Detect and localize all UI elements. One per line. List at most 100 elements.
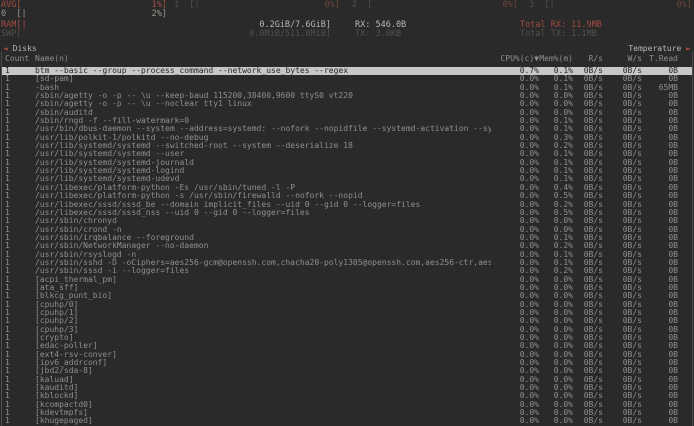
table-row[interactable]: 1 btm --basic --group --process_command … <box>2 67 692 75</box>
table-row[interactable]: 1 /usr/sbin/chronyd 0.0% 0.0% 0B/s 0B/s … <box>2 217 692 225</box>
table-row[interactable]: 1 [ata_sff] 0.0% 0.0% 0B/s 0B/s 0B <box>2 284 692 292</box>
process-write: 0B/s <box>603 234 642 242</box>
table-row[interactable]: 1 [kauditd] 0.0% 0.0% 0B/s 0B/s 0B <box>2 384 692 392</box>
process-write: 0B/s <box>603 367 642 375</box>
process-mem: 0.1% <box>539 234 573 242</box>
table-row[interactable]: 1 /usr/bin/dbus-daemon --system --addres… <box>2 125 692 133</box>
table-row[interactable]: 1 [sd-pam] 0.0% 0.1% 0B/s 0B/s 0B <box>2 75 692 83</box>
process-write: 0B/s <box>603 84 642 92</box>
process-count: 1 <box>2 192 35 200</box>
process-cpu: 0.0% <box>491 75 539 83</box>
process-write: 0B/s <box>603 67 642 75</box>
process-total-read: 0B <box>642 125 678 133</box>
cpu-core3-value: 0%] <box>677 1 692 10</box>
table-row[interactable]: 1 [crypto] 0.0% 0.0% 0B/s 0B/s 0B <box>2 334 692 342</box>
table-row[interactable]: 1 [kdevtmpfs] 0.0% 0.0% 0B/s 0B/s 0B <box>2 409 692 417</box>
process-cpu: 0.0% <box>491 192 539 200</box>
process-write: 0B/s <box>603 125 642 133</box>
table-row[interactable]: 1 [khugepaged] 0.0% 0.0% 0B/s 0B/s 0B <box>2 417 692 425</box>
table-row[interactable]: 1 /sbin/agetty -o -p -- \u --noclear tty… <box>2 100 692 108</box>
table-row[interactable]: 1 /usr/lib/systemd/systemd --switched-ro… <box>2 142 692 150</box>
process-count: 1 <box>2 209 35 217</box>
table-row[interactable]: 1 [cpuhp/1] 0.0% 0.0% 0B/s 0B/s 0B <box>2 309 692 317</box>
table-row[interactable]: 1 -bash 0.0% 0.1% 0B/s 0B/s 65MB <box>2 84 692 92</box>
process-cpu: 0.0% <box>491 417 539 425</box>
table-row[interactable]: 1 /usr/lib/polkit-1/polkitd --no-debug 0… <box>2 134 692 142</box>
table-row[interactable]: 1 /usr/libexec/sssd/sssd_be --domain imp… <box>2 201 692 209</box>
table-row[interactable]: 1 [acpi_thermal_pm] 0.0% 0.0% 0B/s 0B/s … <box>2 276 692 284</box>
process-count: 1 <box>2 409 35 417</box>
process-count: 1 <box>2 175 35 183</box>
process-cpu: 0.0% <box>491 217 539 225</box>
table-row[interactable]: 1 [cpuhp/3] 0.0% 0.0% 0B/s 0B/s 0B <box>2 326 692 334</box>
header-cpu[interactable]: CPU%(c)▼ <box>491 54 539 64</box>
table-row[interactable]: 1 [kcompactd0] 0.0% 0.0% 0B/s 0B/s 0B <box>2 401 692 409</box>
process-name: [kdevtmpfs] <box>35 409 491 417</box>
table-row[interactable]: 1 /usr/sbin/irqbalance --foreground 0.0%… <box>2 234 692 242</box>
process-write: 0B/s <box>603 292 642 300</box>
process-name: [ext4-rsv-conver] <box>35 351 491 359</box>
process-read: 0B/s <box>573 192 603 200</box>
table-row[interactable]: 1 /sbin/rngd -f --fill-watermark=0 0.0% … <box>2 117 692 125</box>
process-write: 0B/s <box>603 309 642 317</box>
process-name: [khugepaged] <box>35 417 491 425</box>
table-row[interactable]: 1 [kblockd] 0.0% 0.0% 0B/s 0B/s 0B <box>2 392 692 400</box>
process-name: /sbin/agetty -o -p -- \u --keep-baud 115… <box>35 92 491 100</box>
process-mem: 0.0% <box>539 351 573 359</box>
table-row[interactable]: 1 /sbin/auditd 0.0% 0.0% 0B/s 0B/s 0B <box>2 109 692 117</box>
header-name[interactable]: Name(n) <box>35 54 491 64</box>
process-cpu: 0.0% <box>491 100 539 108</box>
process-write: 0B/s <box>603 409 642 417</box>
header-tread[interactable]: T.Read <box>642 54 678 64</box>
process-total-read: 0B <box>642 351 678 359</box>
table-row[interactable]: 1 /usr/sbin/rsyslogd -n 0.0% 0.1% 0B/s 0… <box>2 251 692 259</box>
process-write: 0B/s <box>603 267 642 275</box>
process-read: 0B/s <box>573 292 603 300</box>
process-write: 0B/s <box>603 242 642 250</box>
table-row[interactable]: 1 /usr/libexec/platform-python -Es /usr/… <box>2 184 692 192</box>
table-row[interactable]: 1 [cpuhp/0] 0.0% 0.0% 0B/s 0B/s 0B <box>2 301 692 309</box>
table-row[interactable]: 1 [blkcg_punt_bio] 0.0% 0.0% 0B/s 0B/s 0… <box>2 292 692 300</box>
table-row[interactable]: 1 /usr/lib/systemd/systemd-udevd 0.0% 0.… <box>2 175 692 183</box>
process-name: [edac-poller] <box>35 342 491 350</box>
process-total-read: 0B <box>642 259 678 267</box>
table-row[interactable]: 1 /usr/sbin/sssd -i --logger=files 0.0% … <box>2 267 692 275</box>
table-row[interactable]: 1 [edac-poller] 0.0% 0.0% 0B/s 0B/s 0B <box>2 342 692 350</box>
table-row[interactable]: 1 [kaluad] 0.0% 0.0% 0B/s 0B/s 0B <box>2 376 692 384</box>
table-row[interactable]: 1 /usr/lib/systemd/systemd-journald 0.0%… <box>2 159 692 167</box>
process-count: 1 <box>2 376 35 384</box>
process-name: [ipv6_addrconf] <box>35 359 491 367</box>
process-write: 0B/s <box>603 392 642 400</box>
process-name: /usr/lib/polkit-1/polkitd --no-debug <box>35 134 491 142</box>
table-row[interactable]: 1 /usr/sbin/sshd -D -oCiphers=aes256-gcm… <box>2 259 692 267</box>
table-row[interactable]: 1 /usr/lib/systemd/systemd-logind 0.0% 0… <box>2 167 692 175</box>
table-row[interactable]: 1 /usr/libexec/platform-python -s /usr/s… <box>2 192 692 200</box>
process-write: 0B/s <box>603 217 642 225</box>
process-mem: 0.2% <box>539 267 573 275</box>
process-count: 1 <box>2 367 35 375</box>
process-count: 1 <box>2 392 35 400</box>
table-row[interactable]: 1 [ipv6_addrconf] 0.0% 0.0% 0B/s 0B/s 0B <box>2 359 692 367</box>
process-count: 1 <box>2 259 35 267</box>
process-total-read: 0B <box>642 109 678 117</box>
table-row[interactable]: 1 /usr/sbin/NetworkManager --no-daemon 0… <box>2 242 692 250</box>
header-write[interactable]: W/s <box>603 54 642 64</box>
table-row[interactable]: 1 /sbin/agetty -o -p -- \u --keep-baud 1… <box>2 92 692 100</box>
process-count: 1 <box>2 351 35 359</box>
process-mem: 0.0% <box>539 317 573 325</box>
table-row[interactable]: 1 /usr/sbin/crond -n 0.0% 0.0% 0B/s 0B/s… <box>2 226 692 234</box>
table-row[interactable]: 1 /usr/libexec/sssd/sssd_nss --uid 0 --g… <box>2 209 692 217</box>
header-mem[interactable]: Mem%(m) <box>539 54 573 64</box>
table-row[interactable]: 1 /usr/lib/systemd/systemd --user 0.0% 0… <box>2 150 692 158</box>
header-read[interactable]: R/s <box>573 54 603 64</box>
header-count[interactable]: Count <box>2 54 35 64</box>
process-cpu: 0.0% <box>491 142 539 150</box>
process-total-read: 0B <box>642 392 678 400</box>
process-write: 0B/s <box>603 142 642 150</box>
table-row[interactable]: 1 [ext4-rsv-conver] 0.0% 0.0% 0B/s 0B/s … <box>2 351 692 359</box>
table-row[interactable]: 1 [jbd2/sda-8] 0.0% 0.0% 0B/s 0B/s 0B <box>2 367 692 375</box>
process-cpu: 0.0% <box>491 409 539 417</box>
process-count: 1 <box>2 384 35 392</box>
table-row[interactable]: 1 [cpuhp/2] 0.0% 0.0% 0B/s 0B/s 0B <box>2 317 692 325</box>
process-name: /usr/sbin/sshd -D -oCiphers=aes256-gcm@o… <box>35 259 491 267</box>
